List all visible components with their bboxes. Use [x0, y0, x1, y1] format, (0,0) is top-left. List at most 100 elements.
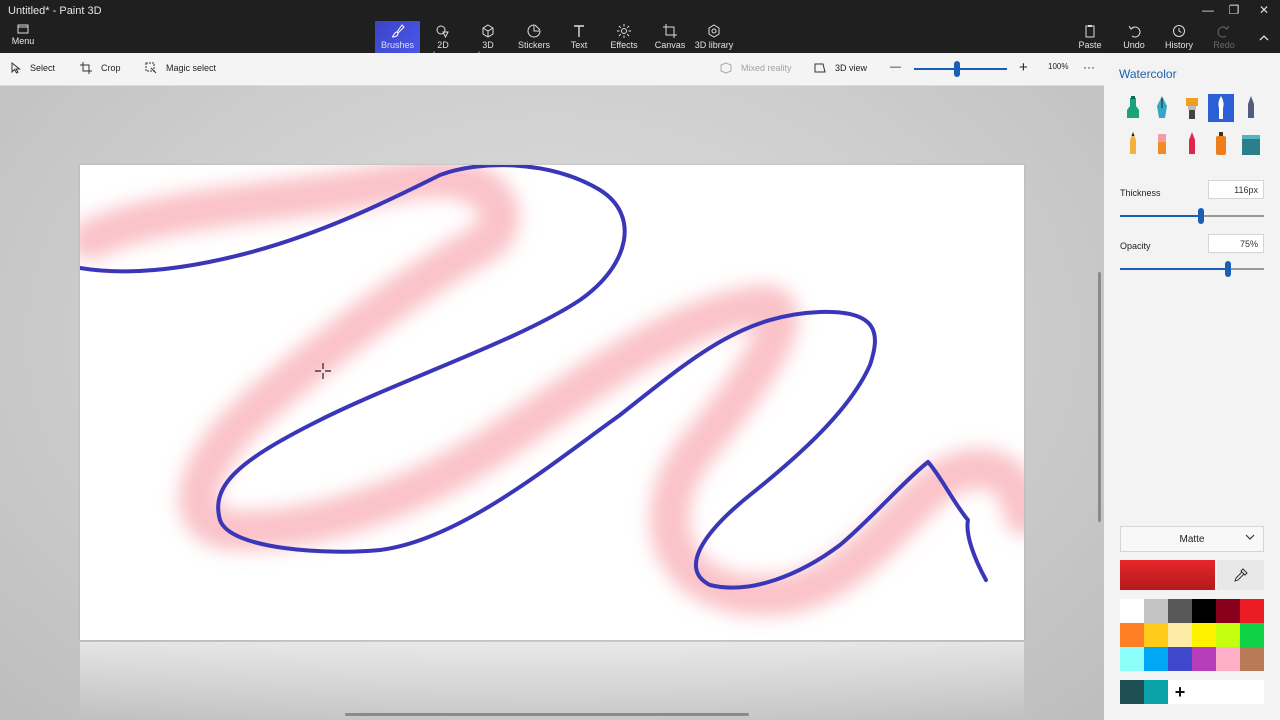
zoom-in-button[interactable]: + — [1019, 59, 1028, 76]
undo-button[interactable]: Undo — [1121, 21, 1147, 53]
crop-button[interactable]: Crop — [80, 62, 121, 74]
color-swatch[interactable] — [1216, 623, 1240, 647]
zoom-slider-thumb[interactable] — [953, 61, 960, 77]
color-swatch[interactable] — [1192, 623, 1216, 647]
tab-brushes[interactable]: Brushes — [375, 21, 420, 53]
tab-stickers[interactable]: Stickers — [514, 21, 554, 53]
text-icon — [574, 25, 584, 37]
add-color-button[interactable]: + — [1168, 680, 1192, 704]
color-swatch[interactable] — [1144, 647, 1168, 671]
minimize-button[interactable]: — — [1196, 2, 1220, 18]
select-button[interactable]: Select — [11, 62, 55, 74]
undo-icon — [1128, 25, 1141, 38]
brush-panel: Watercolor Thickness 116px Opacity 75% M… — [1104, 53, 1280, 720]
calligraphy-pen-brush-button[interactable] — [1149, 94, 1175, 122]
opacity-slider[interactable] — [1120, 261, 1264, 277]
horizontal-scrollbar[interactable] — [345, 713, 749, 716]
opacity-input[interactable]: 75% — [1208, 234, 1264, 253]
color-swatch[interactable] — [1168, 647, 1192, 671]
color-swatch[interactable] — [1240, 623, 1264, 647]
vertical-scrollbar[interactable] — [1098, 272, 1101, 522]
color-swatch[interactable] — [1216, 599, 1240, 623]
thickness-slider-thumb[interactable] — [1197, 208, 1204, 224]
zoom-slider-track[interactable] — [914, 68, 1007, 70]
pixel-pen-icon — [1248, 96, 1254, 118]
current-color-swatch[interactable] — [1120, 560, 1215, 590]
color-swatch[interactable] — [1192, 599, 1216, 623]
color-swatch[interactable] — [1120, 623, 1144, 647]
custom-color-swatch[interactable] — [1144, 680, 1168, 704]
redo-label: Redo — [1213, 40, 1235, 50]
thickness-slider-fill — [1120, 215, 1201, 217]
minus-icon: — — [890, 61, 901, 73]
3d-view-button[interactable]: 3D view — [814, 62, 867, 74]
color-swatch[interactable] — [1144, 599, 1168, 623]
color-swatch[interactable] — [1168, 599, 1192, 623]
canvas-icon — [663, 24, 677, 38]
zoom-level-value: 100% — [1048, 62, 1069, 71]
tab-2d-shapes[interactable]: 2D shapes — [422, 21, 464, 60]
fill-brush-button[interactable] — [1238, 130, 1264, 158]
redo-button[interactable]: Redo — [1212, 21, 1236, 53]
tab-3d-shapes[interactable]: 3D shapes — [467, 21, 509, 60]
brush-icon — [391, 24, 405, 38]
spray-can-brush-button[interactable] — [1208, 130, 1234, 158]
tab-canvas[interactable]: Canvas — [652, 21, 688, 53]
color-swatch[interactable] — [1216, 647, 1240, 671]
effects-icon — [617, 24, 631, 38]
opacity-slider-fill — [1120, 268, 1228, 270]
more-icon: ··· — [1083, 60, 1095, 74]
color-swatch[interactable] — [1240, 647, 1264, 671]
marker-brush-button[interactable] — [1120, 94, 1146, 122]
tab-effects[interactable]: Effects — [606, 21, 642, 53]
tab-3d-library[interactable]: 3D library — [694, 21, 734, 53]
zoom-level[interactable]: 100% — [1048, 62, 1068, 71]
tab-label: Effects — [610, 40, 638, 50]
zoom-out-button[interactable]: — — [890, 61, 901, 73]
tab-text[interactable]: Text — [562, 21, 596, 53]
marker-icon — [1127, 96, 1139, 118]
close-button[interactable]: ✕ — [1252, 2, 1276, 18]
crayon-brush-button[interactable] — [1179, 130, 1205, 158]
color-palette — [1120, 599, 1264, 671]
chevron-up-icon — [1259, 35, 1269, 41]
window-title: Untitled* - Paint 3D — [8, 5, 102, 17]
finish-dropdown[interactable]: Matte — [1120, 526, 1264, 552]
tab-label: 3D library — [694, 40, 734, 50]
eyedropper-button[interactable] — [1217, 560, 1264, 590]
color-swatch[interactable] — [1192, 647, 1216, 671]
color-swatch[interactable] — [1144, 623, 1168, 647]
watercolor-brush-button[interactable] — [1208, 94, 1234, 122]
magic-select-icon — [145, 62, 157, 74]
menu-button[interactable]: Menu — [6, 24, 40, 50]
thickness-slider[interactable] — [1120, 208, 1264, 224]
opacity-slider-thumb[interactable] — [1225, 261, 1231, 277]
history-button[interactable]: History — [1164, 21, 1194, 53]
chevron-down-icon — [1245, 534, 1255, 540]
color-swatch[interactable] — [1240, 599, 1264, 623]
restore-icon: ❐ — [1228, 3, 1240, 17]
tab-label: Brushes — [380, 40, 415, 50]
custom-color-swatch[interactable] — [1120, 680, 1144, 704]
magic-select-button[interactable]: Magic select — [145, 62, 216, 74]
more-options-button[interactable]: ··· — [1083, 60, 1095, 74]
eraser-brush-button[interactable] — [1149, 130, 1175, 158]
calligraphy-pen-icon — [1157, 96, 1167, 118]
oil-brush-button[interactable] — [1179, 94, 1205, 122]
paste-button[interactable]: Paste — [1076, 21, 1104, 53]
drawing-canvas[interactable] — [70, 157, 1044, 640]
pencil-brush-button[interactable] — [1120, 130, 1146, 158]
restore-button[interactable]: ❐ — [1222, 2, 1246, 18]
color-swatch[interactable] — [1120, 647, 1144, 671]
color-swatch[interactable] — [1120, 599, 1144, 623]
3d-view-label: 3D view — [835, 63, 868, 73]
workspace[interactable] — [0, 86, 1104, 720]
thickness-label: Thickness — [1120, 188, 1161, 198]
select-label: Select — [30, 63, 56, 73]
mixed-reality-button[interactable]: Mixed reality — [720, 62, 792, 74]
collapse-panel-button[interactable] — [1252, 30, 1276, 46]
pixel-pen-brush-button[interactable] — [1238, 94, 1264, 122]
color-swatch[interactable] — [1168, 623, 1192, 647]
thickness-input[interactable]: 116px — [1208, 180, 1264, 199]
minimize-icon: — — [1202, 3, 1214, 17]
